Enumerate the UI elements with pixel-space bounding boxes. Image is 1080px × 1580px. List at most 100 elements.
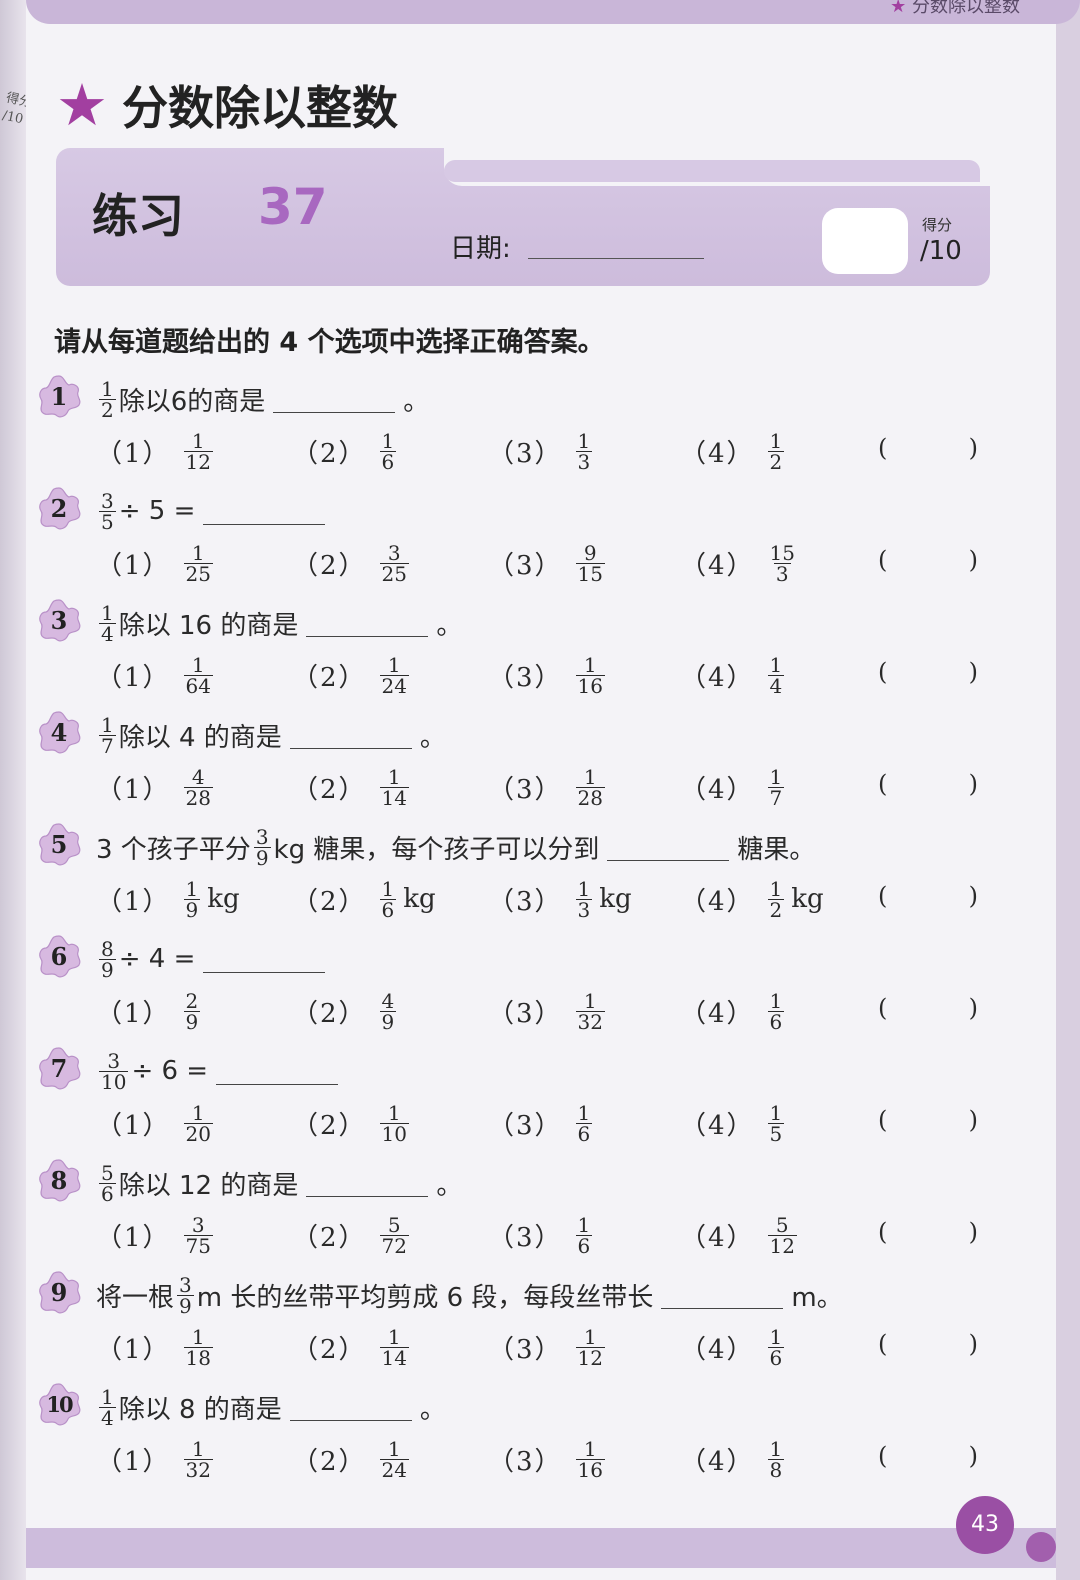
option-number: （4） bbox=[680, 550, 755, 581]
denominator: 32 bbox=[183, 1457, 213, 1482]
option-3[interactable]: （3） 1 16 bbox=[488, 1434, 608, 1484]
denominator: 9 bbox=[253, 845, 271, 870]
option-3[interactable]: （3） 1 28 bbox=[488, 762, 608, 812]
question-fraction: 12 bbox=[99, 379, 116, 420]
question-end: 。 bbox=[403, 386, 430, 417]
numerator: 4 bbox=[191, 764, 205, 789]
answer-blank[interactable] bbox=[203, 946, 326, 973]
option-1[interactable]: （1） 1 9 kg bbox=[96, 874, 240, 924]
option-1[interactable]: （1） 1 25 bbox=[96, 538, 216, 588]
option-number: （1） bbox=[96, 1446, 171, 1477]
top-band: ★ 分数除以整数 bbox=[26, 0, 1080, 24]
option-1[interactable]: （1） 1 32 bbox=[96, 1434, 216, 1484]
option-3[interactable]: （3） 1 6 bbox=[488, 1210, 595, 1260]
question-stem: 除以 4 的商是 bbox=[118, 722, 282, 753]
answer-parens[interactable]: () bbox=[878, 1442, 978, 1470]
question-end: 糖果。 bbox=[737, 834, 816, 865]
denominator: 9 bbox=[99, 957, 116, 982]
option-1[interactable]: （1） 1 64 bbox=[96, 650, 216, 700]
option-1[interactable]: （1） 3 75 bbox=[96, 1210, 216, 1260]
answer-parens[interactable]: () bbox=[878, 658, 978, 686]
numerator: 1 bbox=[191, 1324, 205, 1349]
answer-parens[interactable]: () bbox=[878, 994, 978, 1022]
answer-parens[interactable]: () bbox=[878, 882, 978, 910]
question-end: 。 bbox=[419, 1394, 446, 1425]
option-4[interactable]: （4） 1 6 bbox=[680, 1322, 787, 1372]
option-unit: kg bbox=[599, 884, 632, 914]
option-3[interactable]: （3） 1 16 bbox=[488, 650, 608, 700]
option-2[interactable]: （2） 1 10 bbox=[292, 1098, 412, 1148]
denominator: 15 bbox=[575, 561, 605, 586]
option-3[interactable]: （3） 1 12 bbox=[488, 1322, 608, 1372]
answer-parens[interactable]: () bbox=[878, 770, 978, 798]
option-4[interactable]: （4） 1 5 bbox=[680, 1098, 787, 1148]
answer-parens[interactable]: () bbox=[878, 1218, 978, 1246]
option-4[interactable]: （4） 1 2 bbox=[680, 426, 787, 476]
answer-parens[interactable]: () bbox=[878, 546, 978, 574]
numerator: 1 bbox=[387, 652, 401, 677]
option-fraction: 16 bbox=[379, 879, 397, 920]
option-1[interactable]: （1） 2 9 bbox=[96, 986, 203, 1036]
option-4[interactable]: （4） 1 8 bbox=[680, 1434, 787, 1484]
option-1[interactable]: （1） 1 12 bbox=[96, 426, 216, 476]
option-fraction: 19 bbox=[183, 879, 201, 922]
option-4[interactable]: （4） 15 3 bbox=[680, 538, 800, 588]
score-box[interactable] bbox=[822, 208, 908, 274]
option-2[interactable]: （2） 1 6 bbox=[292, 426, 399, 476]
question-text: 将一根 3 9 m 长的丝带平均剪成 6 段，每段丝带长 m。 bbox=[96, 1272, 843, 1318]
numerator: 1 bbox=[387, 1324, 401, 1349]
answer-blank[interactable] bbox=[306, 1170, 429, 1197]
denominator: 2 bbox=[767, 897, 785, 922]
option-2[interactable]: （2） 4 9 bbox=[292, 986, 399, 1036]
option-number: （3） bbox=[488, 774, 563, 805]
option-3[interactable]: （3） 1 6 bbox=[488, 1098, 595, 1148]
option-2[interactable]: （2） 1 24 bbox=[292, 650, 412, 700]
denominator: 24 bbox=[379, 1457, 409, 1482]
option-3[interactable]: （3） 9 15 bbox=[488, 538, 608, 588]
option-1[interactable]: （1） 1 20 bbox=[96, 1098, 216, 1148]
option-fraction: 3 75 bbox=[183, 1215, 213, 1256]
option-4[interactable]: （4） 1 7 bbox=[680, 762, 787, 812]
denominator: 12 bbox=[183, 449, 213, 474]
answer-parens[interactable]: () bbox=[878, 1330, 978, 1358]
denominator: 9 bbox=[183, 897, 201, 922]
option-4[interactable]: （4） 1 6 bbox=[680, 986, 787, 1036]
answer-blank[interactable] bbox=[661, 1282, 784, 1309]
answer-blank[interactable] bbox=[216, 1058, 339, 1085]
option-3[interactable]: （3） 1 3 bbox=[488, 426, 595, 476]
option-2[interactable]: （2） 5 72 bbox=[292, 1210, 412, 1260]
running-head: ★ 分数除以整数 bbox=[890, 0, 1020, 18]
option-1[interactable]: （1） 1 18 bbox=[96, 1322, 216, 1372]
option-2[interactable]: （2） 1 24 bbox=[292, 1434, 412, 1484]
option-number: （2） bbox=[292, 1446, 367, 1477]
option-number: （4） bbox=[680, 1110, 755, 1141]
denominator: 6 bbox=[767, 1009, 785, 1034]
answer-blank[interactable] bbox=[306, 610, 429, 637]
option-2[interactable]: （2） 1 14 bbox=[292, 1322, 412, 1372]
denominator: 12 bbox=[575, 1345, 605, 1370]
option-4[interactable]: （4） 5 12 bbox=[680, 1210, 800, 1260]
answer-parens[interactable]: () bbox=[878, 1106, 978, 1134]
answer-blank[interactable] bbox=[203, 498, 326, 525]
option-3[interactable]: （3） 1 3 kg bbox=[488, 874, 632, 924]
answer-blank[interactable] bbox=[289, 722, 412, 749]
option-3[interactable]: （3） 1 32 bbox=[488, 986, 608, 1036]
numerator: 15 bbox=[769, 540, 795, 565]
option-4[interactable]: （4） 1 2 kg bbox=[680, 874, 824, 924]
option-1[interactable]: （1） 4 28 bbox=[96, 762, 216, 812]
paren-open: ( bbox=[878, 770, 888, 798]
answer-parens[interactable]: () bbox=[878, 434, 978, 462]
option-fraction: 3 25 bbox=[379, 543, 409, 584]
question-text: 8 9 ÷ 4 = bbox=[96, 936, 333, 982]
answer-blank[interactable] bbox=[289, 1394, 412, 1421]
question-number-badge: 1 bbox=[36, 374, 82, 420]
denominator: 16 bbox=[575, 673, 605, 698]
answer-blank[interactable] bbox=[273, 386, 396, 413]
option-2[interactable]: （2） 3 25 bbox=[292, 538, 412, 588]
numerator: 1 bbox=[101, 376, 114, 401]
option-4[interactable]: （4） 1 4 bbox=[680, 650, 787, 700]
date-field[interactable] bbox=[528, 258, 704, 259]
option-2[interactable]: （2） 1 6 kg bbox=[292, 874, 436, 924]
answer-blank[interactable] bbox=[607, 834, 730, 861]
option-2[interactable]: （2） 1 14 bbox=[292, 762, 412, 812]
